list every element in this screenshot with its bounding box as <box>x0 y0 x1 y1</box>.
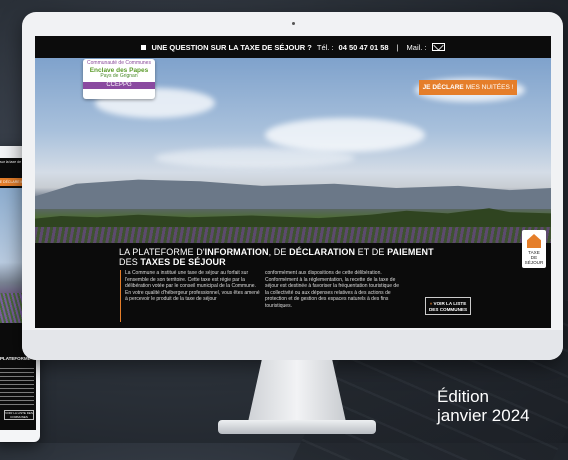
mail-icon[interactable] <box>431 43 445 51</box>
monitor-screen: UNE QUESTION SUR LA TAXE DE SÉJOUR ? Tél… <box>35 36 551 328</box>
title-part1: LA PLATEFORME D' <box>119 247 205 257</box>
title-part4: DES <box>119 257 141 267</box>
separator: | <box>396 42 399 52</box>
monitor-stand-base <box>218 420 376 434</box>
title-bold4: TAXES DE SÉJOUR <box>140 257 226 267</box>
title-bold3: PAIEMENT <box>387 247 434 257</box>
edition-line1: Édition <box>437 387 489 406</box>
cta-rest: MES NUITÉES ! <box>465 84 514 91</box>
mountain-range <box>35 179 551 209</box>
logo-line3: Pays de Grignan <box>100 73 138 80</box>
title-bold1: INFORMATION <box>204 247 269 257</box>
tax-badge: TAXE DE SÉJOUR <box>522 230 546 268</box>
camera-dot <box>292 22 295 25</box>
cta-bold: JE DÉCLARE <box>422 84 464 91</box>
title-part2: , DE <box>268 247 290 257</box>
monitor-device: UNE QUESTION SUR LA TAXE DE SÉJOUR ? Tél… <box>22 12 563 360</box>
monitor-chin <box>22 330 563 360</box>
tel-number-link[interactable]: 04 50 47 01 58 <box>339 43 389 52</box>
accent-divider <box>120 270 121 322</box>
logo-line1: Communauté de Communes <box>87 60 151 66</box>
question-text: UNE QUESTION SUR LA TAXE DE SÉJOUR ? <box>151 42 312 52</box>
tablet-list-button[interactable]: VOIR LA LISTE DES COMMUNES <box>4 410 34 420</box>
logo-line4: CCEPPG <box>83 81 155 89</box>
badge-line3: SÉJOUR <box>524 260 544 265</box>
monitor-stand-neck <box>248 360 346 422</box>
page-title: LA PLATEFORME D'INFORMATION, DE DÉCLARAT… <box>119 247 434 267</box>
lavender-field <box>35 227 551 243</box>
intro-text-col1: La Commune a institué une taxe de séjour… <box>125 270 260 303</box>
content-panel: LA PLATEFORME D'INFORMATION, DE DÉCLARAT… <box>35 243 551 328</box>
view-communes-button[interactable]: » VOIR LA LISTE DES COMMUNES <box>425 297 471 315</box>
edition-line2: janvier 2024 <box>437 406 530 425</box>
tablet-body-text <box>0 368 34 408</box>
title-part3: ET DE <box>355 247 388 257</box>
community-logo[interactable]: Communauté de Communes Enclave des Papes… <box>83 59 155 99</box>
list-button-line2: DES COMMUNES <box>428 306 468 312</box>
square-icon <box>141 44 147 50</box>
title-bold2: DÉCLARATION <box>289 247 356 257</box>
declare-nights-button[interactable]: JE DÉCLARE MES NUITÉES ! <box>419 80 517 95</box>
edition-caption: Édition janvier 2024 <box>437 387 530 425</box>
mail-label: Mail. : <box>406 42 427 52</box>
house-icon <box>527 234 541 248</box>
intro-text-col2: conformément aux dispositions de cette d… <box>265 270 399 309</box>
list-button-line1: VOIR LA LISTE <box>433 301 467 306</box>
info-topbar: UNE QUESTION SUR LA TAXE DE SÉJOUR ? Tél… <box>35 36 551 58</box>
arrow-icon: » <box>429 301 433 306</box>
tel-label: Tél. : <box>316 42 334 52</box>
